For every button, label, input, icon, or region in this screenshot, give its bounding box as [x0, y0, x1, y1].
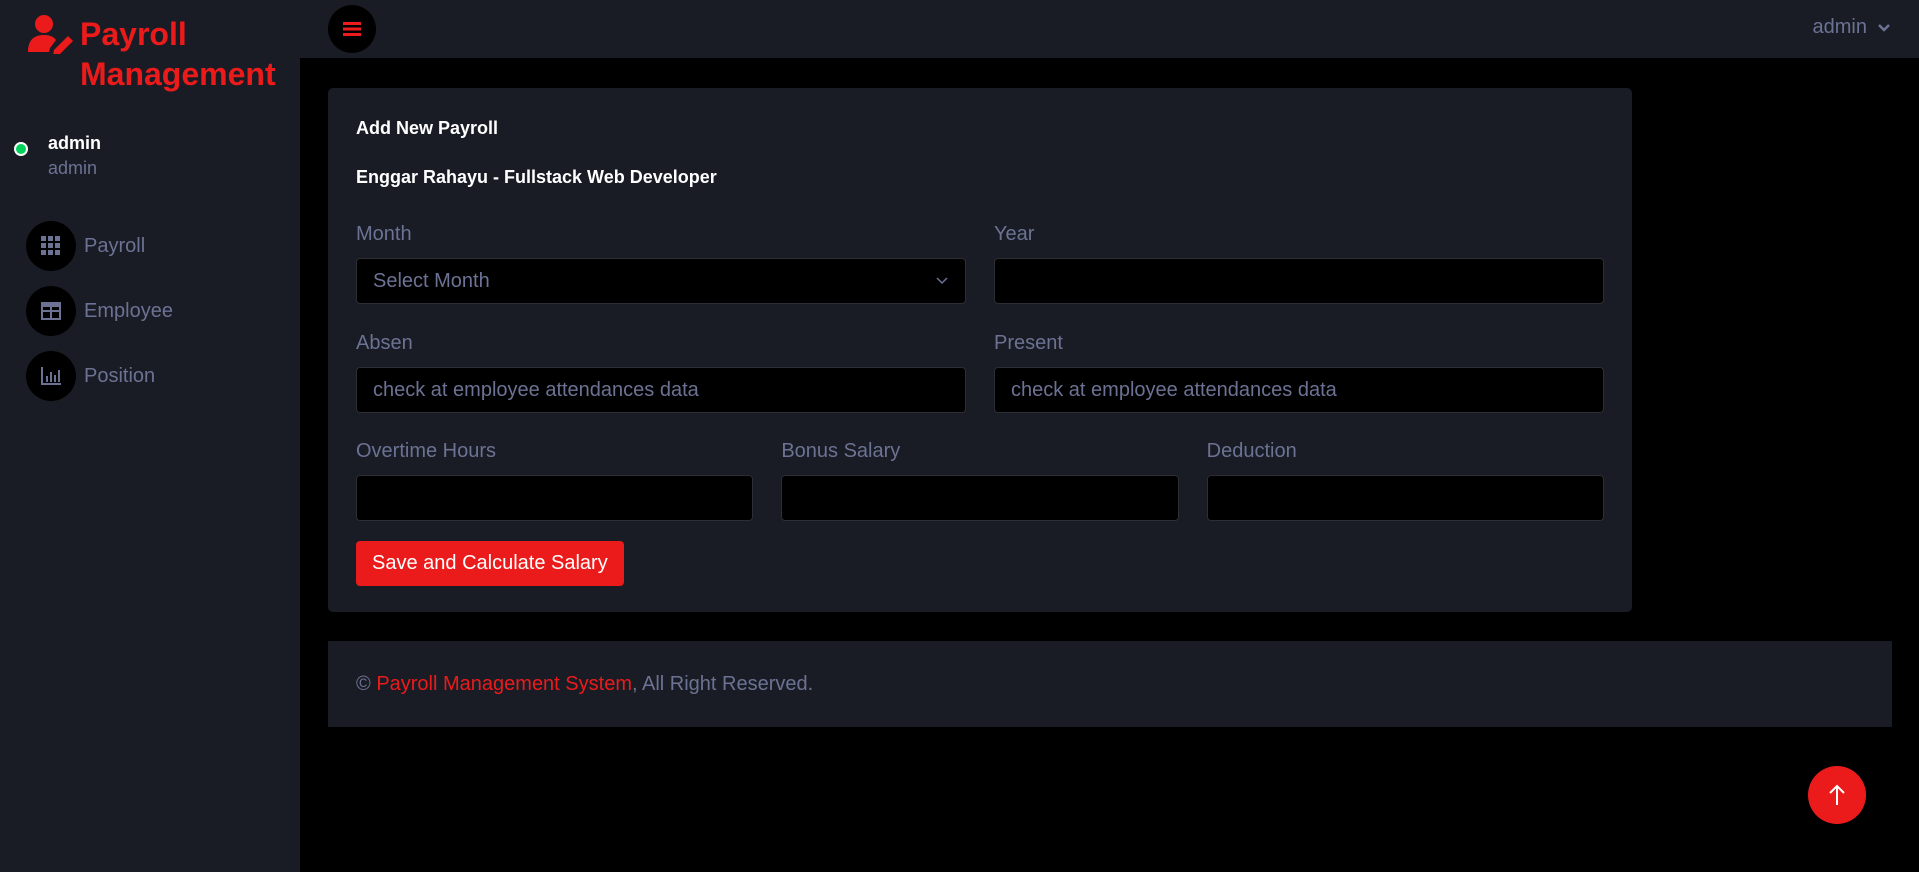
brand-title: Payroll Management [80, 16, 276, 92]
footer-link[interactable]: Payroll Management System [376, 673, 632, 696]
deduction-field: Deduction [1206, 439, 1604, 521]
bonus-salary-input[interactable] [781, 475, 1179, 521]
brand[interactable]: Payroll Management [28, 14, 300, 94]
user-menu[interactable]: admin [1813, 16, 1891, 39]
sidebar: Payroll Management admin admin Payroll E… [0, 0, 300, 872]
chevron-down-icon [1878, 23, 1890, 32]
bonus-field: Bonus Salary [781, 439, 1179, 521]
add-payroll-card: Add New Payroll Enggar Rahayu - Fullstac… [328, 88, 1632, 612]
overtime-label: Overtime Hours [356, 440, 497, 462]
profile: admin admin [14, 130, 101, 180]
year-field: Year [994, 222, 1604, 304]
overtime-hours-input[interactable] [356, 475, 754, 521]
profile-name: admin [48, 133, 102, 153]
overtime-field: Overtime Hours [356, 439, 754, 521]
topbar: admin [300, 0, 1919, 58]
user-menu-label: admin [1812, 16, 1867, 38]
present-field: Present [994, 331, 1604, 413]
sidebar-nav: Payroll Employee Position [26, 221, 173, 416]
bar-chart-icon [26, 351, 76, 401]
table-icon [26, 286, 76, 336]
absen-input[interactable] [356, 367, 966, 413]
back-to-top-button[interactable] [1808, 766, 1866, 824]
arrow-up-icon [1829, 784, 1845, 805]
sidebar-item-label: Employee [84, 299, 173, 322]
absen-field: Absen [356, 331, 966, 413]
profile-role: admin [48, 158, 98, 178]
save-calculate-button[interactable]: Save and Calculate Salary [356, 541, 624, 586]
present-input[interactable] [994, 367, 1604, 413]
footer: © Payroll Management System, All Right R… [328, 641, 1892, 727]
bonus-label: Bonus Salary [781, 440, 901, 462]
present-label: Present [994, 332, 1063, 354]
month-label: Month [356, 223, 412, 245]
card-title: Add New Payroll [356, 118, 499, 138]
sidebar-item-position[interactable]: Position [26, 351, 173, 401]
copyright-symbol: © [356, 672, 371, 695]
year-input[interactable] [994, 258, 1604, 304]
grid-icon [26, 221, 76, 271]
deduction-input[interactable] [1206, 475, 1604, 521]
sidebar-item-label: Payroll [84, 234, 146, 257]
deduction-label: Deduction [1206, 440, 1297, 462]
menu-toggle-button[interactable] [328, 5, 376, 53]
chevron-down-icon [936, 277, 948, 285]
year-label: Year [994, 223, 1035, 245]
footer-suffix: , All Right Reserved. [631, 672, 814, 695]
absen-label: Absen [356, 332, 413, 354]
month-select[interactable]: Select Month [356, 258, 966, 304]
month-select-value: Select Month [373, 269, 490, 292]
online-status-indicator [14, 142, 28, 156]
sidebar-item-employee[interactable]: Employee [26, 286, 173, 336]
sidebar-item-label: Position [84, 364, 156, 387]
employee-name: Enggar Rahayu - Fullstack Web Developer [356, 167, 717, 187]
user-edit-icon [28, 15, 73, 54]
sidebar-item-payroll[interactable]: Payroll [26, 221, 173, 271]
hamburger-icon [343, 22, 361, 36]
month-field: Month Select Month [356, 222, 966, 304]
